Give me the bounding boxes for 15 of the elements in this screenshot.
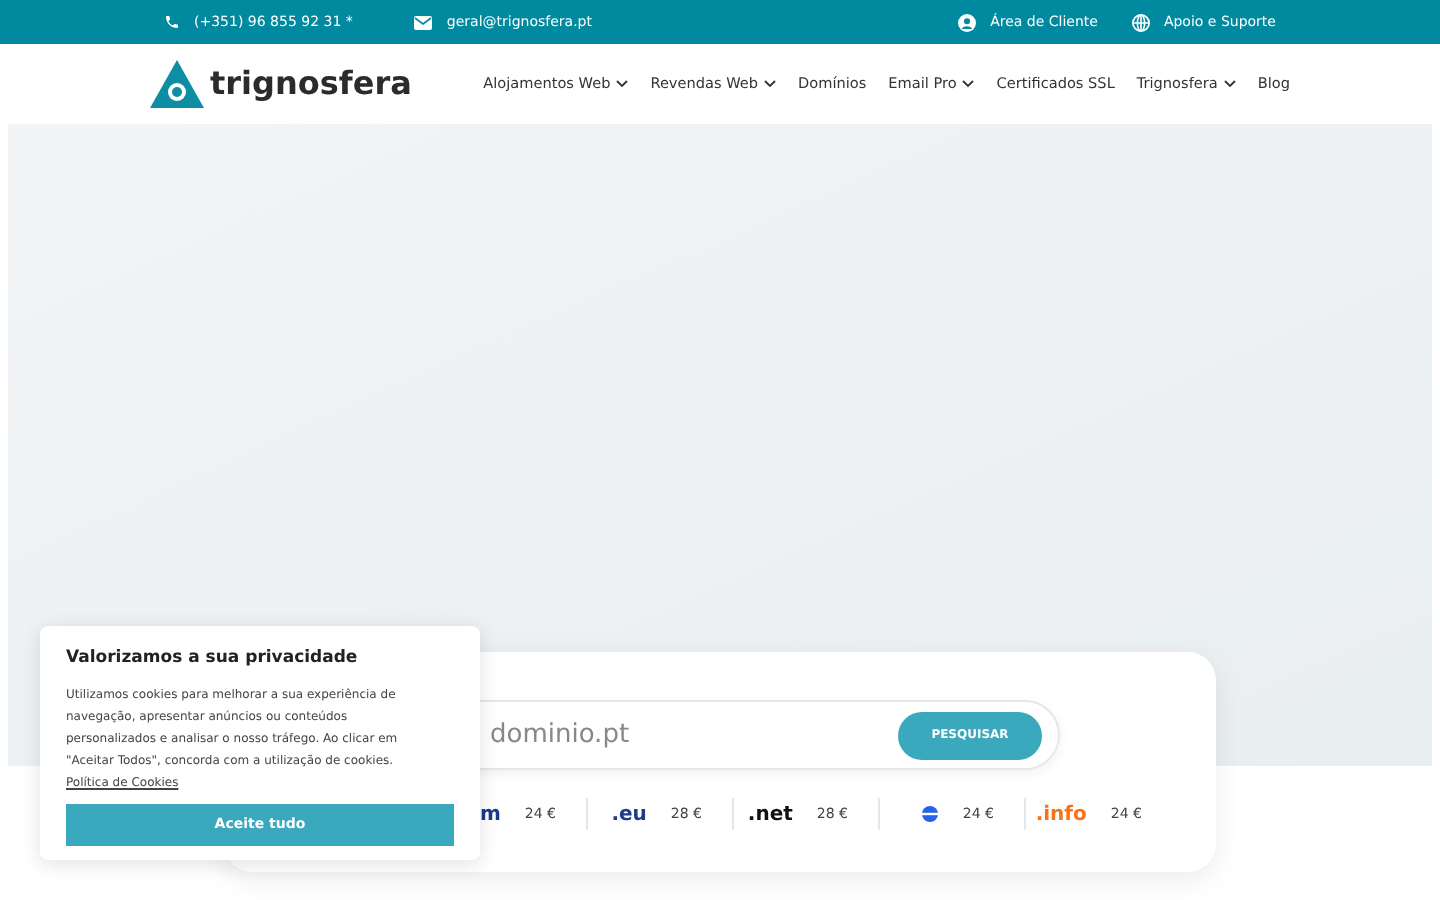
logo-icon	[150, 60, 204, 108]
chevron-down-icon	[764, 80, 776, 88]
domain-extension: .net	[747, 801, 793, 829]
chevron-down-icon	[616, 80, 629, 88]
user-icon	[958, 13, 977, 31]
cookie-title: Valorizamos a sua privacidade	[66, 646, 360, 672]
chevron-down-icon	[1223, 80, 1236, 88]
domain-extension: .info	[1035, 801, 1087, 829]
logo-text[interactable]: trignosfera	[210, 68, 412, 100]
envelope-icon	[414, 15, 433, 29]
chevron-down-icon	[962, 80, 975, 88]
globe-icon	[1131, 13, 1150, 31]
domain-extension: .eu	[611, 801, 647, 829]
phone-icon	[164, 14, 180, 30]
domain-extension: m	[479, 801, 501, 829]
